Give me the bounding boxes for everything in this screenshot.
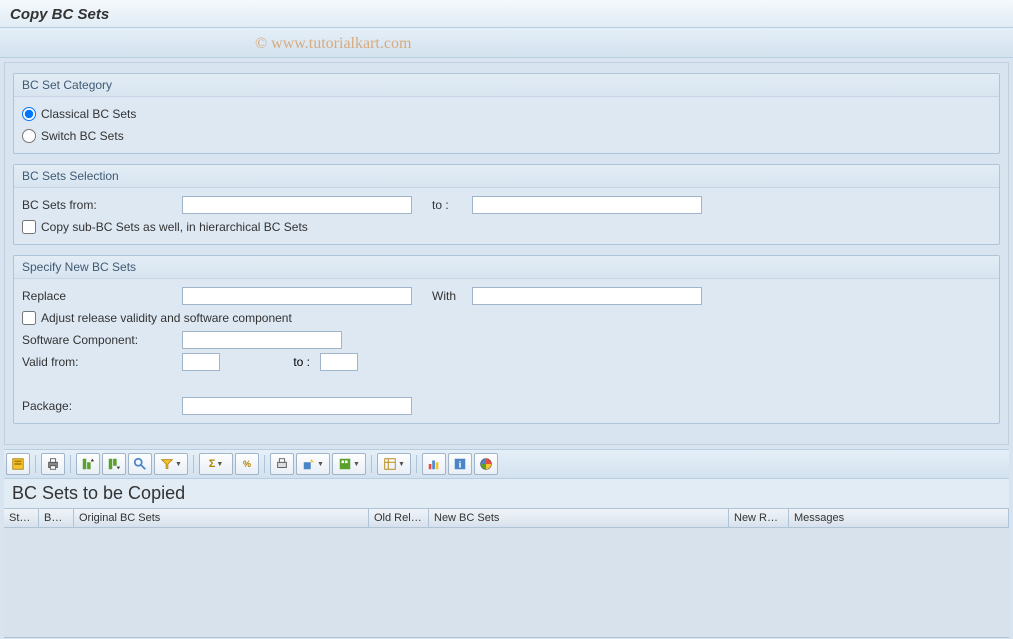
spacer-row	[22, 373, 991, 395]
toolbar-separator	[416, 455, 417, 473]
checkbox-copy-sub[interactable]	[22, 220, 36, 234]
app-toolbar	[0, 28, 1013, 58]
radio-classical-label: Classical BC Sets	[41, 107, 136, 121]
valid-from-label: Valid from:	[22, 355, 182, 369]
checkbox-adjust-label: Adjust release validity and software com…	[41, 311, 292, 325]
title-bar: Copy BC Sets	[0, 0, 1013, 28]
col-original[interactable]: Original BC Sets	[74, 509, 369, 527]
replace-input[interactable]	[182, 287, 412, 305]
bcset-to-label: to :	[412, 198, 472, 212]
bcset-from-input[interactable]	[182, 196, 412, 214]
subtotal-button[interactable]: %	[235, 453, 259, 475]
info-button[interactable]: i	[448, 453, 472, 475]
row-adjust: Adjust release validity and software com…	[22, 307, 991, 329]
toolbar-separator	[264, 455, 265, 473]
radio-classical[interactable]	[22, 107, 36, 121]
bcset-from-label: BC Sets from:	[22, 198, 182, 212]
page-title: Copy BC Sets	[10, 6, 109, 23]
group-category-title: BC Set Category	[14, 74, 999, 97]
detail-button[interactable]	[6, 453, 30, 475]
package-input[interactable]	[182, 397, 412, 415]
group-specify: Specify New BC Sets Replace With Adjust …	[13, 255, 1000, 424]
grid-header: Sta... BC ... Original BC Sets Old Rele.…	[4, 508, 1009, 528]
dropdown-arrow-icon: ▼	[175, 461, 182, 468]
grid-body[interactable]	[4, 528, 1009, 638]
row-valid: Valid from: to :	[22, 351, 991, 373]
group-specify-body: Replace With Adjust release validity and…	[14, 279, 999, 423]
print-button[interactable]	[41, 453, 65, 475]
bcset-to-input[interactable]	[472, 196, 702, 214]
checkbox-adjust[interactable]	[22, 311, 36, 325]
grid-title: BC Sets to be Copied	[4, 479, 1009, 508]
with-label: With	[412, 289, 472, 303]
col-messages[interactable]: Messages	[789, 509, 1009, 527]
valid-to-label: to :	[220, 355, 320, 369]
dropdown-arrow-icon: ▼	[398, 461, 405, 468]
radio-row-classical: Classical BC Sets	[22, 103, 991, 125]
sum-button[interactable]: Σ▼	[199, 453, 233, 475]
group-selection: BC Sets Selection BC Sets from: to : Cop…	[13, 164, 1000, 245]
chart-button[interactable]	[422, 453, 446, 475]
sort-desc-button[interactable]	[102, 453, 126, 475]
sort-asc-button[interactable]	[76, 453, 100, 475]
layout-button[interactable]: ▼	[377, 453, 411, 475]
package-label: Package:	[22, 399, 182, 413]
swcomp-label: Software Component:	[22, 333, 182, 347]
toolbar-separator	[193, 455, 194, 473]
toolbar-separator	[70, 455, 71, 473]
export-button[interactable]: ▼	[296, 453, 330, 475]
excel-button[interactable]: ▼	[332, 453, 366, 475]
checkbox-copy-sub-label: Copy sub-BC Sets as well, in hierarchica…	[41, 220, 308, 234]
print-preview-button[interactable]	[270, 453, 294, 475]
radio-switch-label: Switch BC Sets	[41, 129, 124, 143]
dropdown-arrow-icon: ▼	[317, 461, 324, 468]
find-button[interactable]	[128, 453, 152, 475]
col-new-release[interactable]: New Rel...	[729, 509, 789, 527]
row-bcset-range: BC Sets from: to :	[22, 194, 991, 216]
col-bc[interactable]: BC ...	[39, 509, 74, 527]
group-selection-title: BC Sets Selection	[14, 165, 999, 188]
svg-text:i: i	[459, 460, 462, 471]
dropdown-arrow-icon: ▼	[353, 461, 360, 468]
group-specify-title: Specify New BC Sets	[14, 256, 999, 279]
row-package: Package:	[22, 395, 991, 417]
dropdown-arrow-icon: ▼	[216, 461, 223, 468]
alv-toolbar: ▼ Σ▼ % ▼ ▼ ▼ i	[4, 449, 1009, 479]
col-old-release[interactable]: Old Rele...	[369, 509, 429, 527]
col-new-bc[interactable]: New BC Sets	[429, 509, 729, 527]
radio-row-switch: Switch BC Sets	[22, 125, 991, 147]
group-selection-body: BC Sets from: to : Copy sub-BC Sets as w…	[14, 188, 999, 244]
row-replace: Replace With	[22, 285, 991, 307]
swcomp-input[interactable]	[182, 331, 342, 349]
radio-switch[interactable]	[22, 129, 36, 143]
replace-label: Replace	[22, 289, 182, 303]
with-input[interactable]	[472, 287, 702, 305]
row-swcomp: Software Component:	[22, 329, 991, 351]
toolbar-separator	[35, 455, 36, 473]
valid-from-input[interactable]	[182, 353, 220, 371]
valid-to-input[interactable]	[320, 353, 358, 371]
col-status[interactable]: Sta...	[4, 509, 39, 527]
toolbar-separator	[371, 455, 372, 473]
group-category: BC Set Category Classical BC Sets Switch…	[13, 73, 1000, 154]
main-content: BC Set Category Classical BC Sets Switch…	[4, 62, 1009, 445]
abc-button[interactable]	[474, 453, 498, 475]
filter-button[interactable]: ▼	[154, 453, 188, 475]
row-copy-sub: Copy sub-BC Sets as well, in hierarchica…	[22, 216, 991, 238]
group-category-body: Classical BC Sets Switch BC Sets	[14, 97, 999, 153]
